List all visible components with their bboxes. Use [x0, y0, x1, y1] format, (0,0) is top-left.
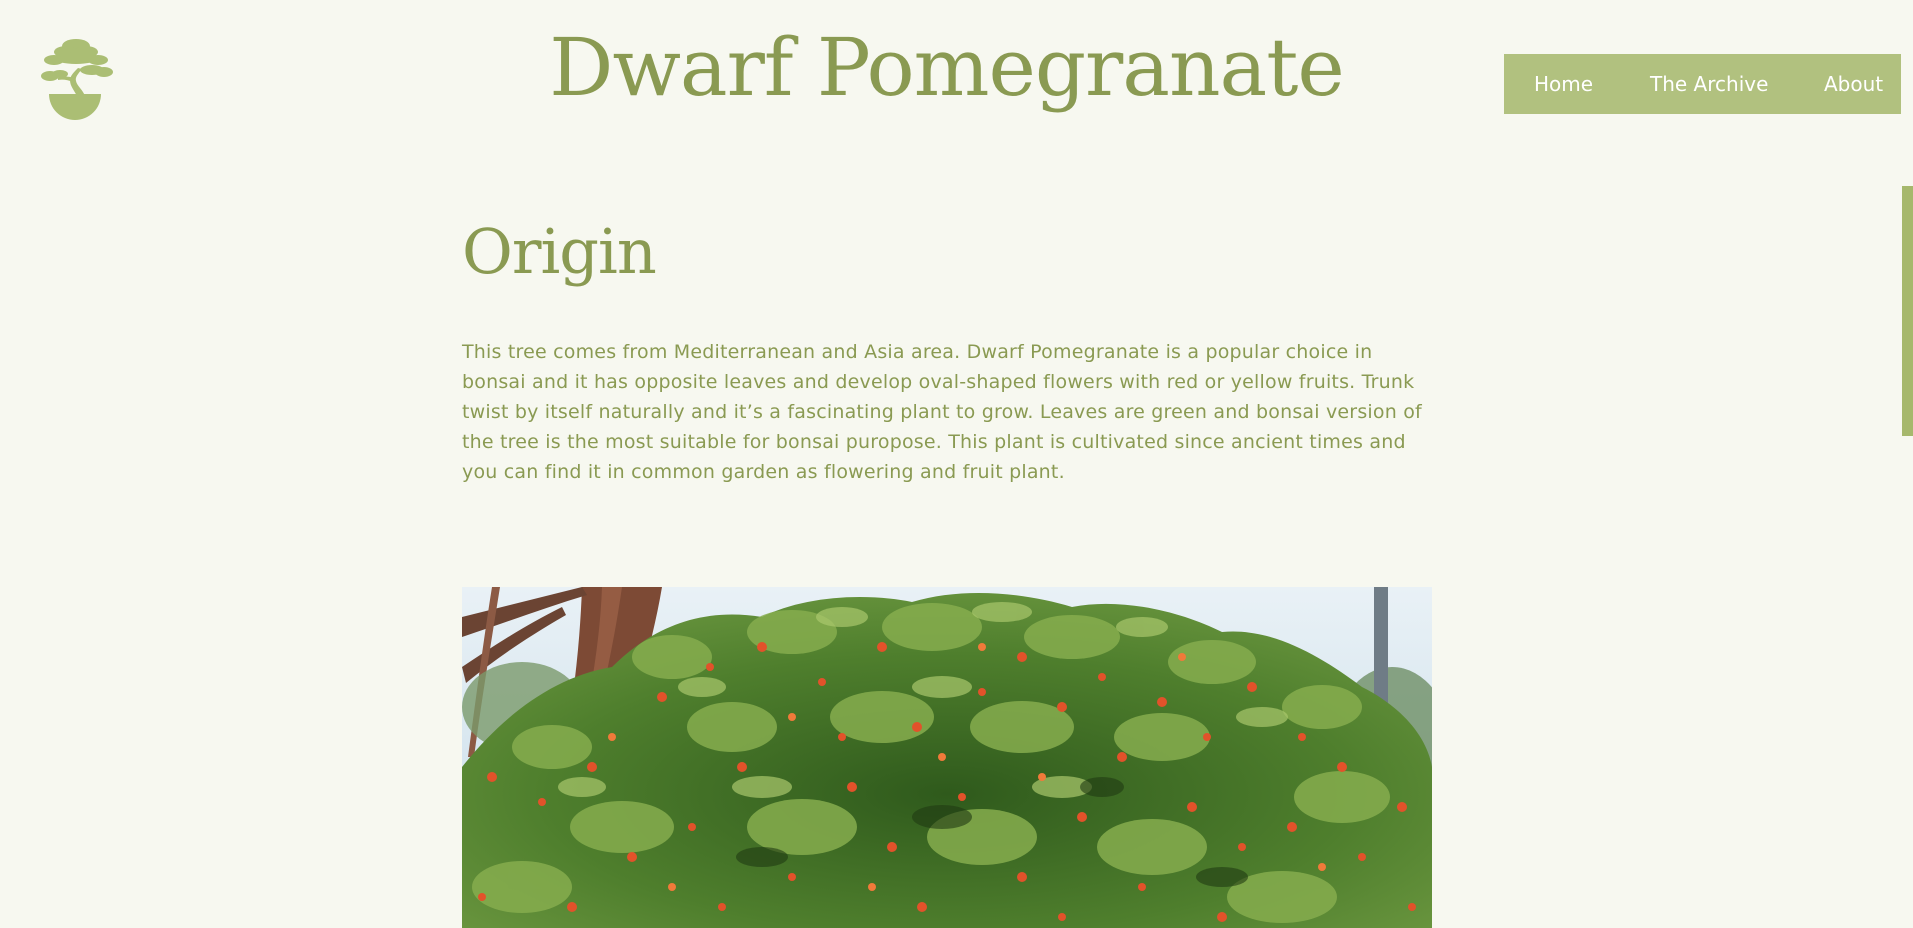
- nav-archive-link[interactable]: The Archive: [1650, 72, 1768, 96]
- pomegranate-bush-photo: [462, 587, 1432, 928]
- main-nav: Home The Archive About: [1504, 54, 1901, 114]
- scrollbar-thumb[interactable]: [1902, 186, 1913, 436]
- section-heading: Origin: [462, 215, 657, 288]
- nav-home-link[interactable]: Home: [1534, 72, 1593, 96]
- nav-about-link[interactable]: About: [1824, 72, 1883, 96]
- section-body-text: This tree comes from Mediterranean and A…: [462, 341, 1422, 483]
